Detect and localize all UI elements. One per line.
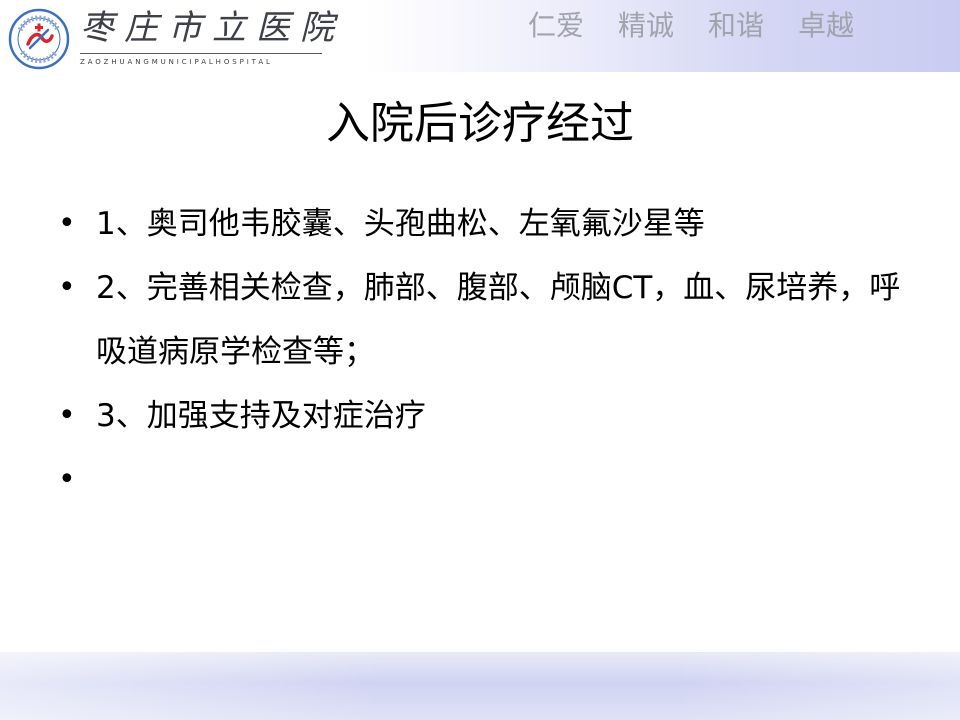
motto-word: 仁爱 [528,9,585,42]
slide-title: 入院后诊疗经过 [326,98,634,149]
bullet-text: 1、奥司他韦胶囊、头孢曲松、左氧氟沙星等 [96,206,705,242]
bullet-item: • 1、奥司他韦胶囊、头孢曲松、左氧氟沙星等 [58,192,918,256]
hospital-name-english: ZAOZHUANGMUNICIPALHOSPITAL [80,58,273,66]
footer-band [0,652,960,720]
motto-word: 卓越 [798,9,855,42]
bullet-item: • 2、完善相关检查，肺部、腹部、颅脑CT，血、尿培养，呼吸道病原学检查等； [58,256,918,384]
bullet-dot-icon: • [58,398,76,433]
motto-word: 和谐 [708,9,765,42]
motto-word: 精诚 [618,9,675,42]
bullet-dot-icon: • [58,270,76,305]
logo-divider [80,53,322,54]
bullet-item: • 3、加强支持及对症治疗 [58,384,918,448]
bullet-text: 3、加强支持及对症治疗 [96,398,426,434]
bullet-list: • 1、奥司他韦胶囊、头孢曲松、左氧氟沙星等 • 2、完善相关检查，肺部、腹部、… [58,192,918,497]
bullet-dot-icon: • [58,206,76,241]
hospital-name: 枣庄市立医院 [80,8,344,48]
bullet-dot-icon: • [58,462,76,497]
hospital-logo-icon [8,8,70,70]
hospital-motto: 仁爱 精诚 和谐 卓越 [528,8,854,44]
bullet-text: 2、完善相关检查，肺部、腹部、颅脑CT，血、尿培养，呼吸道病原学检查等； [96,270,901,370]
